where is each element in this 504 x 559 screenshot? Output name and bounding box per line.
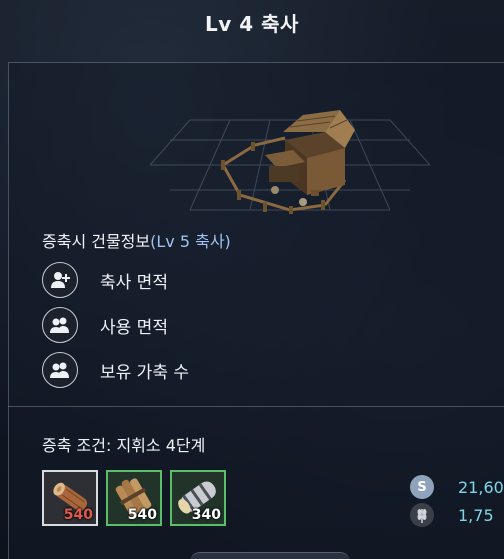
upgrade-info-title: 증축시 건물정보(Lv 5 축사) [42,228,231,252]
add-person-icon [42,262,78,298]
material-quantity: 540 [63,507,93,523]
stat-row-used-area: 사용 면적 [42,307,168,343]
bottom-tab-handle[interactable] [190,552,350,559]
upgrade-condition: 증축 조건: 지휘소 4단계 [42,436,206,455]
material-slot-stone-bundle[interactable]: 340 [170,470,226,526]
page-title: Lv 4 축사 [205,12,299,36]
material-quantity: 340 [191,507,221,523]
material-slot-wood-bundle[interactable]: 540 [106,470,162,526]
people-icon [42,307,78,343]
cost-silver: S 21,60 [410,475,504,499]
cost-value: 1,75 [458,505,494,525]
upgrade-info-prefix: 증축시 건물정보 [42,232,151,251]
cost-food: 1,75 [410,503,494,527]
material-slot-log[interactable]: 540 [42,470,98,526]
upgrade-info-level: (Lv 5 축사) [150,232,231,251]
stat-label: 보유 가축 수 [100,362,190,383]
stat-row-barn-area: 축사 면적 [42,262,168,298]
silver-coin-icon: S [410,475,434,499]
stat-label: 축사 면적 [100,272,168,293]
stat-row-livestock-count: 보유 가축 수 [42,352,189,388]
people-icon [42,352,78,388]
wheat-icon [410,503,434,527]
barn-building-image [221,110,355,214]
material-quantity: 540 [127,507,157,523]
cost-value: 21,60 [458,477,504,497]
stat-label: 사용 면적 [100,317,168,338]
